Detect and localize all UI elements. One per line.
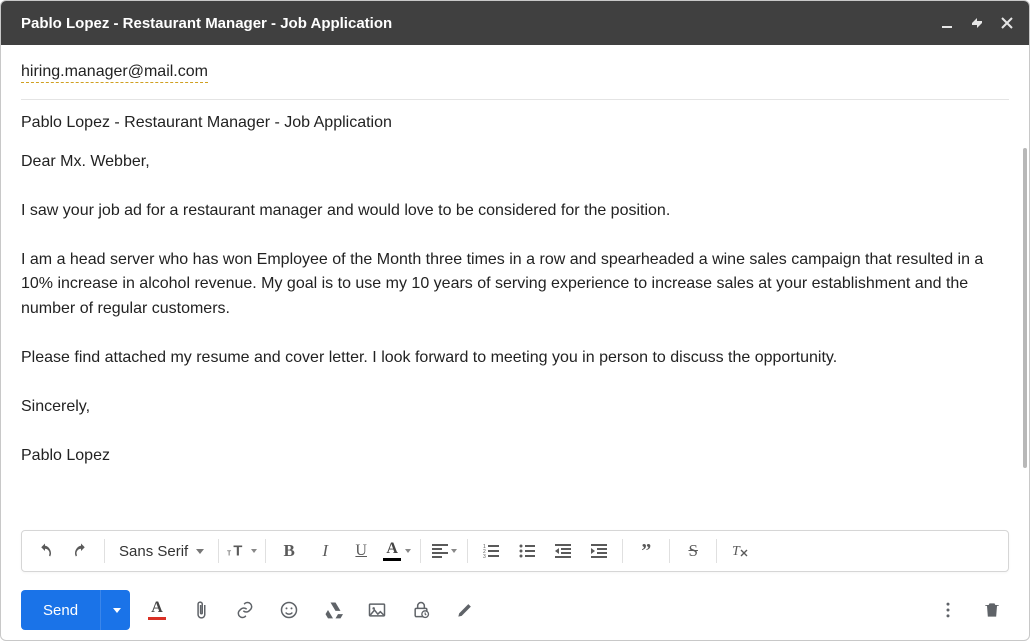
toolbar-separator [622,539,623,563]
confidential-mode-button[interactable] [404,593,438,627]
bold-button[interactable]: B [272,535,306,567]
font-family-label: Sans Serif [119,543,188,560]
svg-text:т: т [227,548,232,558]
chevron-down-icon [451,549,457,553]
expand-icon[interactable] [969,15,985,31]
send-button-group: Send [21,590,130,630]
toolbar-separator [104,539,105,563]
text-color-glyph: A [383,541,401,561]
svg-text:T: T [732,544,741,559]
clear-formatting-button[interactable]: T [723,535,757,567]
toolbar-separator [669,539,670,563]
insert-signature-button[interactable] [448,593,482,627]
attach-file-button[interactable] [184,593,218,627]
insert-link-button[interactable] [228,593,262,627]
toolbar-separator [218,539,219,563]
compose-window: Pablo Lopez - Restaurant Manager - Job A… [0,0,1030,641]
svg-text:T: T [234,544,243,560]
chevron-down-icon [251,549,257,553]
redo-button[interactable] [64,535,98,567]
formatting-toggle-button[interactable]: A [140,593,174,627]
minimize-icon[interactable] [939,15,955,31]
chevron-down-icon [113,608,121,613]
message-body[interactable]: Dear Mx. Webber, I saw your job ad for a… [1,144,1021,530]
text-color-button[interactable]: A [380,535,414,567]
title-bar: Pablo Lopez - Restaurant Manager - Job A… [1,1,1029,45]
bottom-toolbar: Send A [1,580,1029,640]
numbered-list-button[interactable]: 123 [474,535,508,567]
toolbar-separator [467,539,468,563]
toolbar-separator [420,539,421,563]
send-options-button[interactable] [100,590,130,630]
insert-emoji-button[interactable] [272,593,306,627]
format-A-glyph: A [148,600,166,620]
indent-more-button[interactable] [582,535,616,567]
discard-draft-button[interactable] [975,593,1009,627]
bullet-list-button[interactable] [510,535,544,567]
toolbar-separator [265,539,266,563]
quote-button[interactable]: ” [629,535,663,567]
chevron-down-icon [196,549,204,554]
toolbar-separator [716,539,717,563]
body-paragraph: Sincerely, [21,395,1001,420]
header-fields: hiring.manager@mail.com Pablo Lopez - Re… [1,45,1029,144]
window-title: Pablo Lopez - Restaurant Manager - Job A… [21,15,939,32]
underline-button[interactable]: U [344,535,378,567]
close-icon[interactable] [999,15,1015,31]
body-paragraph: Pablo Lopez [21,444,1001,469]
subject-field[interactable]: Pablo Lopez - Restaurant Manager - Job A… [21,100,1009,144]
svg-text:3: 3 [483,554,486,558]
body-paragraph: Please find attached my resume and cover… [21,346,1001,371]
send-button[interactable]: Send [21,590,100,630]
body-paragraph: Dear Mx. Webber, [21,150,1001,175]
formatting-toolbar: Sans Serif тT B I U A 123 [21,530,1009,572]
body-paragraph: I am a head server who has won Employee … [21,248,1001,322]
strikethrough-button[interactable]: S [676,535,710,567]
undo-button[interactable] [28,535,62,567]
body-area: Dear Mx. Webber, I saw your job ad for a… [1,144,1029,530]
chevron-down-icon [405,549,411,553]
scrollbar-thumb[interactable] [1023,148,1027,468]
window-controls [939,15,1015,31]
insert-photo-button[interactable] [360,593,394,627]
body-paragraph: I saw your job ad for a restaurant manag… [21,199,1001,224]
indent-less-button[interactable] [546,535,580,567]
to-field[interactable]: hiring.manager@mail.com [21,45,1009,89]
more-options-button[interactable] [931,593,965,627]
recipient-chip[interactable]: hiring.manager@mail.com [21,63,208,83]
italic-button[interactable]: I [308,535,342,567]
align-button[interactable] [427,535,461,567]
font-family-picker[interactable]: Sans Serif [111,535,212,567]
font-size-button[interactable]: тT [225,535,259,567]
insert-drive-button[interactable] [316,593,350,627]
